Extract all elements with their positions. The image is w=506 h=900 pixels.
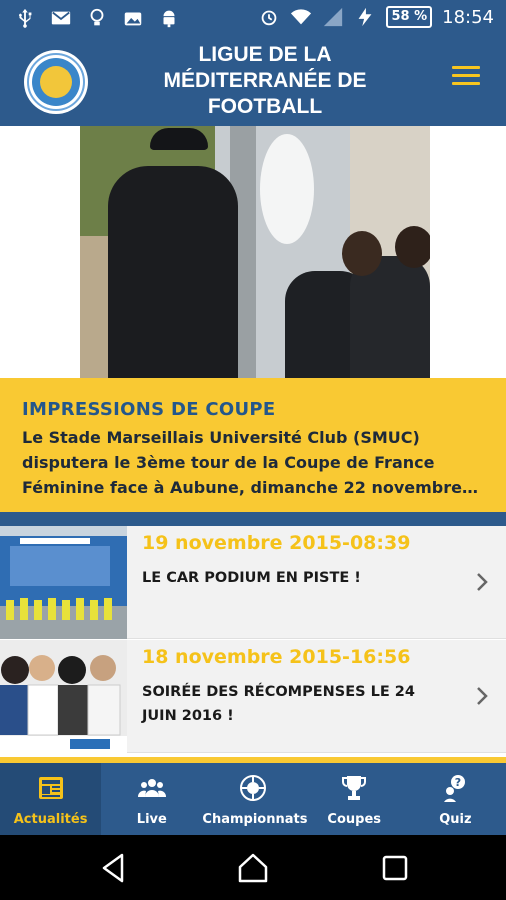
mail-icon — [51, 11, 71, 25]
android-icon — [163, 10, 175, 28]
quiz-icon: ? — [444, 775, 466, 802]
news-item[interactable]: 18 novembre 2015-16:56 SOIRÉE DES RÉCOMP… — [0, 640, 506, 753]
tab-live[interactable]: Live — [101, 763, 202, 835]
news-thumbnail — [0, 640, 127, 753]
app-title: LIGUE DE LA MÉDITERRANÉE DE FOOTBALL — [120, 42, 410, 120]
app-header: LIGUE DE LA MÉDITERRANÉE DE FOOTBALL — [0, 38, 506, 126]
tab-label: Coupes — [327, 812, 381, 827]
news-thumbnail — [0, 526, 127, 639]
signal-icon — [324, 7, 343, 27]
app-title-line-2: MÉDITERRANÉE DE — [163, 69, 367, 92]
recent-apps-icon[interactable] — [378, 851, 412, 885]
system-navigation-bar — [0, 835, 506, 900]
group-icon — [137, 779, 166, 797]
tab-label: Championnats — [202, 812, 308, 827]
news-item[interactable]: 19 novembre 2015-08:39 LE CAR PODIUM EN … — [0, 526, 506, 639]
chevron-right-icon — [477, 687, 488, 705]
tab-actualites[interactable]: Actualités — [0, 763, 102, 835]
wifi-icon — [291, 9, 312, 25]
battery-level: 58 % — [386, 6, 433, 28]
tab-label: Quiz — [439, 812, 472, 827]
tab-label: Actualités — [13, 812, 88, 827]
tab-coupes[interactable]: Coupes — [304, 763, 405, 835]
status-system: 58 % 18:54 — [258, 6, 494, 28]
tab-championnats[interactable]: Championnats — [202, 763, 308, 835]
featured-image[interactable] — [80, 126, 430, 378]
hamburger-menu-icon[interactable] — [452, 66, 480, 88]
back-icon[interactable] — [96, 851, 130, 885]
tab-quiz[interactable]: ? Quiz — [405, 763, 506, 835]
alarm-icon — [262, 10, 277, 26]
news-date: 19 novembre 2015-08:39 — [142, 532, 411, 554]
app-title-line-1: LIGUE DE LA — [198, 43, 332, 66]
svg-text:?: ? — [455, 776, 461, 789]
featured-article[interactable]: IMPRESSIONS DE COUPE Le Stade Marseillai… — [0, 378, 506, 512]
bottom-navigation: Actualités Live Championnats Coupes ? Qu… — [0, 763, 506, 835]
newspaper-icon — [38, 777, 63, 799]
status-bar: 58 % 18:54 — [0, 0, 506, 38]
featured-title: IMPRESSIONS DE COUPE — [22, 399, 276, 420]
news-title: SOIRÉE DES RÉCOMPENSES LE 24 JUIN 2016 ! — [142, 684, 415, 724]
news-date: 18 novembre 2015-16:56 — [142, 646, 411, 668]
chevron-right-icon — [477, 573, 488, 591]
news-title: LE CAR PODIUM EN PISTE ! — [142, 570, 361, 586]
featured-excerpt: Le Stade Marseillais Université Club (SM… — [22, 428, 478, 497]
divider — [0, 512, 506, 526]
lightbulb-icon — [90, 8, 104, 26]
app-title-line-3: FOOTBALL — [207, 95, 323, 118]
cup-icon — [342, 776, 367, 800]
tab-label: Live — [136, 812, 167, 827]
charging-icon — [359, 7, 372, 27]
league-logo — [24, 50, 88, 114]
usb-icon — [19, 8, 32, 28]
home-icon[interactable] — [236, 851, 270, 885]
trophy-ball-icon — [240, 775, 266, 801]
status-notifications — [14, 7, 180, 29]
photo-icon — [124, 12, 142, 26]
clock: 18:54 — [442, 6, 494, 28]
